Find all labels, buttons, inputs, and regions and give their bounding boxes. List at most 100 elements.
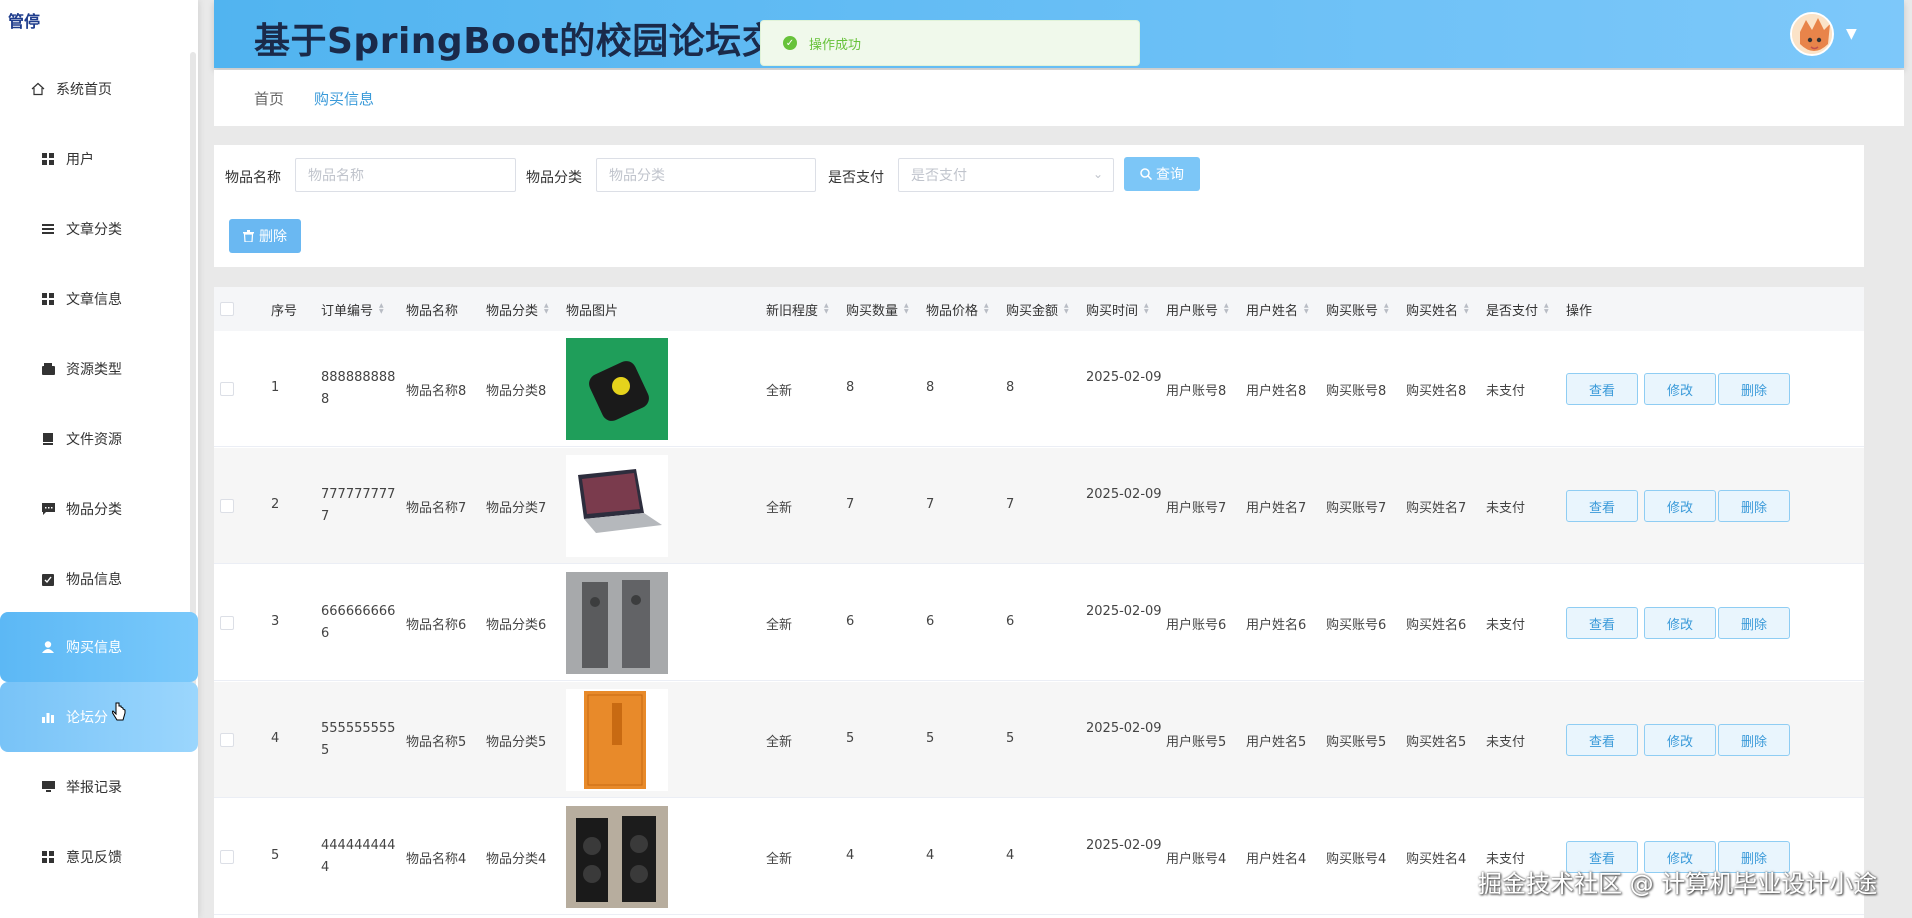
cell-quantity: 6 <box>846 614 855 629</box>
chevron-down-icon[interactable]: ▼ <box>1846 26 1857 42</box>
cell-order: 6666666666 <box>321 604 396 641</box>
paid-select[interactable]: 是否支付 ⌄ <box>898 158 1114 192</box>
batch-delete-button[interactable]: 删除 <box>229 219 301 253</box>
item-category-input[interactable]: 物品分类 <box>596 158 816 192</box>
sort-icon[interactable]: ▲ ▼ <box>984 303 989 315</box>
sidebar-item-feedback[interactable]: 意见反馈 <box>0 822 198 892</box>
item-name-placeholder: 物品名称 <box>308 168 364 184</box>
sidebar-item-resource-type[interactable]: 资源类型 <box>0 334 198 404</box>
delete-button[interactable]: 删除 <box>1718 724 1790 756</box>
sort-icon[interactable]: ▲ ▼ <box>1144 303 1149 315</box>
sidebar-item-forum[interactable]: 论坛分 <box>0 682 198 752</box>
cell-amount: 6 <box>1006 614 1015 629</box>
sidebar-item-item-info[interactable]: 物品信息 <box>0 544 198 614</box>
item-image[interactable] <box>566 806 668 908</box>
brand-logo: 管停 <box>8 12 41 31</box>
delete-button[interactable]: 删除 <box>1718 490 1790 522</box>
delete-button[interactable]: 删除 <box>1718 607 1790 639</box>
col-quantity[interactable]: 购买数量 ▲ ▼ <box>846 287 909 331</box>
sidebar-item-home[interactable]: 系统首页 <box>0 54 198 124</box>
col-time[interactable]: 购买时间 ▲ ▼ <box>1086 287 1149 331</box>
book-icon <box>40 431 56 447</box>
view-button[interactable]: 查看 <box>1566 373 1638 405</box>
select-all-checkbox[interactable] <box>220 302 234 316</box>
row-checkbox[interactable] <box>220 733 234 747</box>
sort-icon[interactable]: ▲ ▼ <box>1224 303 1229 315</box>
sidebar-item-item-category[interactable]: 物品分类 <box>0 474 198 544</box>
col-user-account[interactable]: 用户账号 ▲ ▼ <box>1166 287 1229 331</box>
view-button[interactable]: 查看 <box>1566 607 1638 639</box>
edit-button[interactable]: 修改 <box>1644 490 1716 522</box>
item-image[interactable] <box>566 689 668 791</box>
cell-amount: 4 <box>1006 848 1015 863</box>
item-image[interactable] <box>566 455 668 557</box>
sidebar-item-article-info[interactable]: 文章信息 <box>0 264 198 334</box>
avatar[interactable] <box>1790 12 1834 56</box>
cell-buyer-account: 购买账号8 <box>1326 384 1387 399</box>
clipboard-icon <box>40 571 56 587</box>
mouse-cursor-icon <box>112 702 126 721</box>
sidebar-item-label: 论坛分 <box>66 710 108 726</box>
item-image[interactable] <box>566 338 668 440</box>
edit-button[interactable]: 修改 <box>1644 373 1716 405</box>
cell-price: 5 <box>926 731 935 746</box>
row-checkbox[interactable] <box>220 382 234 396</box>
cell-no: 3 <box>271 614 280 629</box>
row-checkbox[interactable] <box>220 616 234 630</box>
cell-buyer-account: 购买账号6 <box>1326 618 1387 633</box>
sidebar-item-purchase-info[interactable]: 购买信息 <box>0 612 198 682</box>
chevron-down-icon: ⌄ <box>1092 167 1103 181</box>
cell-paid: 未支付 <box>1486 384 1526 399</box>
search-button-label: 查询 <box>1156 167 1184 183</box>
cell-quantity: 7 <box>846 497 855 512</box>
sidebar-item-label: 文件资源 <box>66 432 122 448</box>
col-paid[interactable]: 是否支付 ▲ ▼ <box>1486 287 1549 331</box>
search-button[interactable]: 查询 <box>1124 157 1200 191</box>
cell-buyer-name: 购买姓名7 <box>1406 501 1467 516</box>
view-button[interactable]: 查看 <box>1566 724 1638 756</box>
cell-no: 4 <box>271 731 280 746</box>
sidebar-item-users[interactable]: 用户 <box>0 124 198 194</box>
col-item-category[interactable]: 物品分类 ▲ ▼ <box>486 287 549 331</box>
item-name-input[interactable]: 物品名称 <box>295 158 516 192</box>
cell-time: 2025-02-09 <box>1086 370 1162 385</box>
breadcrumb-home[interactable]: 首页 <box>254 88 284 109</box>
sidebar-item-report-records[interactable]: 举报记录 <box>0 752 198 822</box>
success-toast: ✓ 操作成功 <box>760 20 1140 66</box>
cell-item-name: 物品名称4 <box>406 852 467 867</box>
sort-icon[interactable]: ▲ ▼ <box>544 303 549 315</box>
sort-icon[interactable]: ▲ ▼ <box>1384 303 1389 315</box>
cell-user-name: 用户姓名5 <box>1246 735 1307 750</box>
col-order[interactable]: 订单编号 ▲ ▼ <box>321 287 384 331</box>
delete-button[interactable]: 删除 <box>1718 373 1790 405</box>
row-checkbox[interactable] <box>220 850 234 864</box>
sort-icon[interactable]: ▲ ▼ <box>824 303 829 315</box>
col-amount[interactable]: 购买金额 ▲ ▼ <box>1006 287 1069 331</box>
sidebar: 管停 系统首页 用户 文章分类 文章信息 资源类型 文件资源 物品分类 物品信息… <box>0 0 198 918</box>
edit-button[interactable]: 修改 <box>1644 724 1716 756</box>
sort-icon[interactable]: ▲ ▼ <box>1304 303 1309 315</box>
col-no: 序号 <box>271 303 298 319</box>
col-user-name[interactable]: 用户姓名 ▲ ▼ <box>1246 287 1309 331</box>
sort-icon[interactable]: ▲ ▼ <box>1544 303 1549 315</box>
cell-item-category: 物品分类8 <box>486 384 547 399</box>
user-icon <box>40 639 56 655</box>
col-buyer-account[interactable]: 购买账号 ▲ ▼ <box>1326 287 1389 331</box>
sort-icon[interactable]: ▲ ▼ <box>379 303 384 315</box>
col-price[interactable]: 物品价格 ▲ ▼ <box>926 287 989 331</box>
row-checkbox[interactable] <box>220 499 234 513</box>
sidebar-item-file-resource[interactable]: 文件资源 <box>0 404 198 474</box>
monitor-icon <box>40 779 56 795</box>
view-button[interactable]: 查看 <box>1566 490 1638 522</box>
sort-icon[interactable]: ▲ ▼ <box>1464 303 1469 315</box>
sidebar-item-article-category[interactable]: 文章分类 <box>0 194 198 264</box>
sort-icon[interactable]: ▲ ▼ <box>904 303 909 315</box>
edit-button[interactable]: 修改 <box>1644 607 1716 639</box>
col-condition[interactable]: 新旧程度 ▲ ▼ <box>766 287 829 331</box>
col-item-name: 物品名称 <box>406 303 459 319</box>
check-circle-icon: ✓ <box>783 36 797 50</box>
sidebar-item-label: 举报记录 <box>66 780 122 796</box>
sort-icon[interactable]: ▲ ▼ <box>1064 303 1069 315</box>
item-image[interactable] <box>566 572 668 674</box>
col-buyer-name[interactable]: 购买姓名 ▲ ▼ <box>1406 287 1469 331</box>
